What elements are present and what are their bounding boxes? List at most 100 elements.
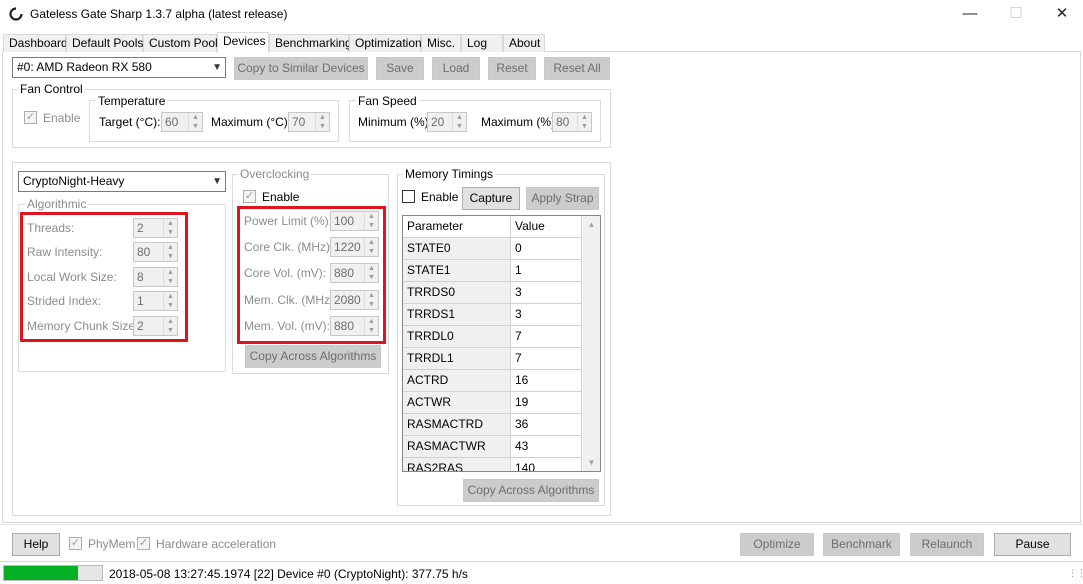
optimize-button[interactable]: Optimize bbox=[740, 533, 814, 556]
min-speed-spinner[interactable]: 20 ▲ ▼ bbox=[427, 112, 467, 132]
help-button[interactable]: Help bbox=[12, 533, 60, 556]
memory-timings-copy-across-algorithms-button[interactable]: Copy Across Algorithms bbox=[463, 479, 599, 502]
value-cell[interactable]: 3 bbox=[511, 304, 582, 326]
resize-grip-icon[interactable]: ⋮⋮ bbox=[1068, 569, 1083, 582]
device-select-value: #0: AMD Radeon RX 580 bbox=[17, 60, 152, 74]
parameter-cell: RASMACTRD bbox=[403, 414, 511, 436]
algorithm-select[interactable]: CryptoNight-Heavy ▼ bbox=[18, 171, 226, 192]
reset-button[interactable]: Reset bbox=[488, 57, 536, 80]
temperature-title: Temperature bbox=[96, 94, 168, 108]
value-cell[interactable]: 0 bbox=[511, 238, 582, 260]
pause-button[interactable]: Pause bbox=[994, 533, 1071, 556]
parameter-cell: TRRDS0 bbox=[403, 282, 511, 304]
fan-control-title: Fan Control bbox=[18, 82, 85, 96]
parameter-cell: RASMACTWR bbox=[403, 436, 511, 458]
table-row[interactable]: STATE1 1 bbox=[403, 260, 582, 282]
overclocking-enable-label: Enable bbox=[262, 190, 300, 204]
algorithmic-title: Algorithmic bbox=[25, 197, 89, 211]
tab-benchmarking[interactable]: Benchmarking bbox=[269, 34, 352, 52]
memory-timings-table[interactable]: Parameter Value STATE0 0 STATE1 1 TRRDS0… bbox=[402, 215, 601, 472]
tab-dashboard[interactable]: Dashboard bbox=[3, 34, 68, 52]
tab-custom-pools[interactable]: Custom Pools bbox=[143, 34, 224, 52]
scroll-up-icon[interactable]: ▲ bbox=[583, 216, 600, 233]
table-row[interactable]: TRRDL1 7 bbox=[403, 348, 582, 370]
scroll-down-icon[interactable]: ▼ bbox=[583, 454, 600, 471]
reset-all-button[interactable]: Reset All bbox=[544, 57, 610, 80]
max-temp-label: Maximum (°C): bbox=[211, 115, 292, 129]
parameter-cell: STATE0 bbox=[403, 238, 511, 260]
memory-timings-enable-label: Enable bbox=[421, 190, 459, 204]
target-temp-value: 60 bbox=[165, 115, 179, 129]
max-speed-value: 80 bbox=[556, 115, 570, 129]
value-cell[interactable]: 43 bbox=[511, 436, 582, 458]
value-cell[interactable]: 36 bbox=[511, 414, 582, 436]
value-cell[interactable]: 7 bbox=[511, 326, 582, 348]
tab-misc[interactable]: Misc. bbox=[421, 34, 461, 52]
save-button[interactable]: Save bbox=[376, 57, 424, 80]
value-cell[interactable]: 19 bbox=[511, 392, 582, 414]
tab-about[interactable]: About bbox=[503, 34, 545, 52]
window-title: Gateless Gate Sharp 1.3.7 alpha (latest … bbox=[30, 7, 288, 21]
value-cell[interactable]: 1 bbox=[511, 260, 582, 282]
parameter-cell: TRRDS1 bbox=[403, 304, 511, 326]
table-row[interactable]: RASMACTRD 36 bbox=[403, 414, 582, 436]
column-header-parameter[interactable]: Parameter bbox=[403, 216, 511, 238]
table-header-row: Parameter Value bbox=[403, 216, 582, 238]
copy-to-similar-devices-button[interactable]: Copy to Similar Devices bbox=[234, 57, 368, 80]
table-row[interactable]: TRRDS1 3 bbox=[403, 304, 582, 326]
value-cell[interactable]: 7 bbox=[511, 348, 582, 370]
target-temp-spinner[interactable]: 60 ▲ ▼ bbox=[161, 112, 203, 132]
column-header-value[interactable]: Value bbox=[511, 216, 582, 238]
value-cell[interactable]: 16 bbox=[511, 370, 582, 392]
overclocking-copy-across-algorithms-button[interactable]: Copy Across Algorithms bbox=[245, 345, 381, 368]
close-button[interactable]: ✕ bbox=[1039, 0, 1083, 30]
table-row[interactable]: ACTWR 19 bbox=[403, 392, 582, 414]
memory-timings-title: Memory Timings bbox=[403, 167, 496, 181]
table-row[interactable]: ACTRD 16 bbox=[403, 370, 582, 392]
hardware-acceleration-label: Hardware acceleration bbox=[156, 537, 277, 551]
spinner-arrows-icon[interactable]: ▲ ▼ bbox=[315, 113, 329, 131]
table-row[interactable]: TRRDL0 7 bbox=[403, 326, 582, 348]
fan-enable-checkbox[interactable]: ✓ bbox=[24, 111, 37, 124]
spinner-arrows-icon[interactable]: ▲ ▼ bbox=[188, 113, 202, 131]
maximize-button[interactable]: ☐ bbox=[993, 0, 1039, 30]
spinner-arrows-icon[interactable]: ▲ ▼ bbox=[452, 113, 466, 131]
status-bar bbox=[0, 561, 1083, 562]
chevron-down-icon: ▼ bbox=[212, 62, 222, 73]
max-temp-value: 70 bbox=[292, 115, 306, 129]
apply-strap-button[interactable]: Apply Strap bbox=[526, 187, 599, 210]
app-logo-icon bbox=[9, 7, 23, 21]
min-speed-value: 20 bbox=[431, 115, 445, 129]
spinner-arrows-icon[interactable]: ▲ ▼ bbox=[577, 113, 591, 131]
capture-button[interactable]: Capture bbox=[462, 187, 520, 210]
table-row[interactable]: TRRDS0 3 bbox=[403, 282, 582, 304]
overclocking-title: Overclocking bbox=[238, 167, 312, 181]
max-temp-spinner[interactable]: 70 ▲ ▼ bbox=[288, 112, 330, 132]
table-row[interactable]: RASMACTWR 43 bbox=[403, 436, 582, 458]
phymem-label: PhyMem bbox=[88, 537, 136, 551]
value-cell[interactable]: 140 bbox=[511, 458, 582, 471]
bottom-divider bbox=[0, 524, 1083, 525]
vertical-scrollbar[interactable]: ▲ ▼ bbox=[583, 216, 600, 471]
device-select[interactable]: #0: AMD Radeon RX 580 ▼ bbox=[12, 57, 226, 78]
value-cell[interactable]: 3 bbox=[511, 282, 582, 304]
status-message: 2018-05-08 13:27:45.1974 [22] Device #0 … bbox=[109, 567, 468, 581]
tab-optimization[interactable]: Optimization bbox=[349, 34, 422, 52]
load-button[interactable]: Load bbox=[432, 57, 480, 80]
overclocking-enable-checkbox[interactable]: ✓ bbox=[243, 190, 256, 203]
tab-default-pools[interactable]: Default Pools bbox=[66, 34, 143, 52]
parameter-cell: ACTRD bbox=[403, 370, 511, 392]
tab-log[interactable]: Log bbox=[461, 34, 503, 52]
memory-timings-enable-checkbox[interactable] bbox=[402, 190, 415, 203]
hardware-acceleration-checkbox[interactable]: ✓ bbox=[137, 537, 150, 550]
benchmark-button[interactable]: Benchmark bbox=[823, 533, 900, 556]
tab-devices[interactable]: Devices bbox=[217, 32, 269, 53]
relaunch-button[interactable]: Relaunch bbox=[910, 533, 984, 556]
phymem-checkbox[interactable]: ✓ bbox=[69, 537, 82, 550]
minimize-button[interactable]: — bbox=[947, 0, 993, 30]
max-speed-spinner[interactable]: 80 ▲ ▼ bbox=[552, 112, 592, 132]
table-row[interactable]: RAS2RAS 140 bbox=[403, 458, 582, 471]
parameter-cell: TRRDL0 bbox=[403, 326, 511, 348]
table-row[interactable]: STATE0 0 bbox=[403, 238, 582, 260]
max-speed-label: Maximum (%): bbox=[481, 115, 559, 129]
